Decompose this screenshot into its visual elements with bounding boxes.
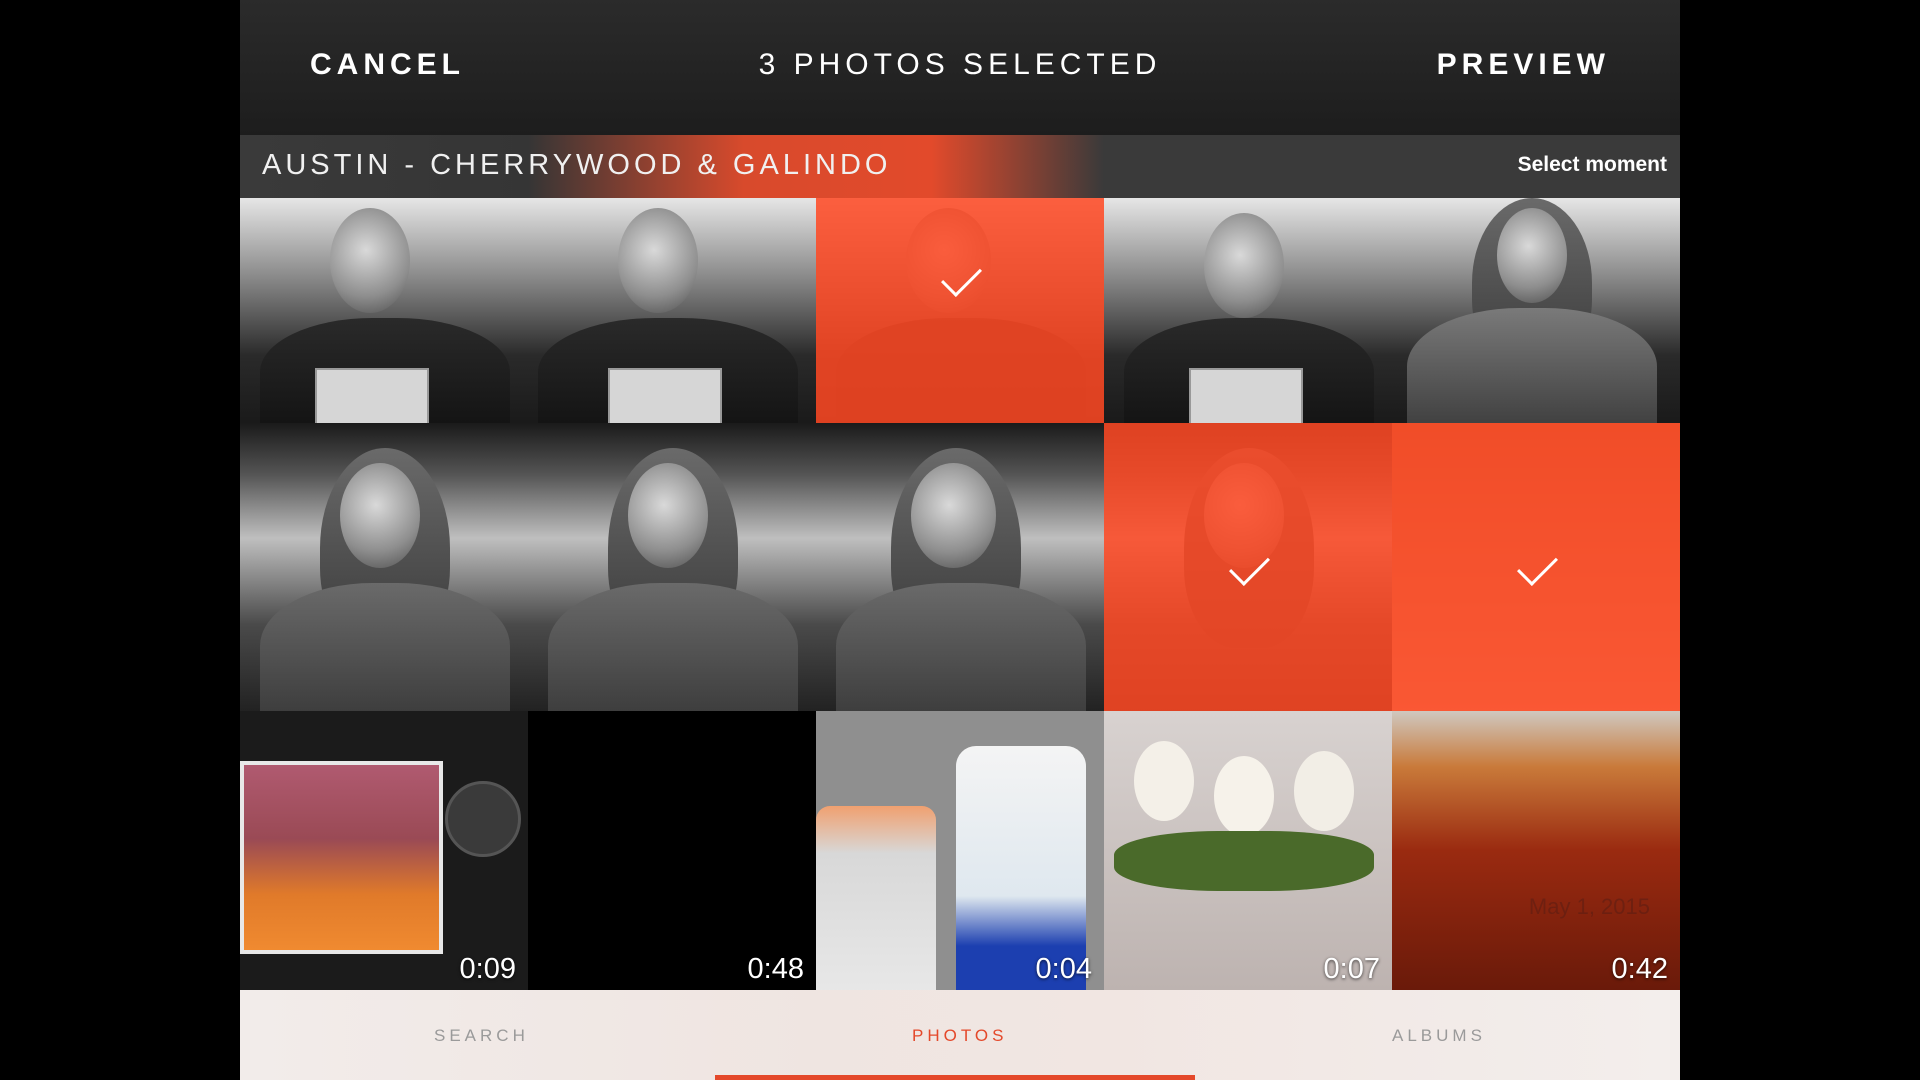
video-image (240, 711, 528, 990)
photo-thumbnail-selected[interactable] (1392, 423, 1680, 711)
video-thumbnail[interactable]: 0:09 (240, 711, 528, 990)
photo-image (240, 198, 528, 423)
photo-grid: 0:09 0:48 0:04 0:07 May 1, 2015 0:42 (240, 198, 1680, 990)
video-image (1392, 711, 1680, 990)
photo-image (528, 423, 816, 711)
top-navigation-bar: CANCEL 3 PHOTOS SELECTED PREVIEW (240, 0, 1680, 135)
photo-thumbnail[interactable] (528, 198, 816, 423)
photo-thumbnail-selected[interactable] (1104, 423, 1392, 711)
tab-photos[interactable]: PHOTOS (912, 1026, 1007, 1046)
video-image (1104, 711, 1392, 990)
video-duration: 0:04 (1035, 953, 1092, 985)
tab-albums[interactable]: ALBUMS (1392, 1026, 1486, 1046)
photo-image (816, 423, 1104, 711)
photo-picker-screen: CANCEL 3 PHOTOS SELECTED PREVIEW AUSTIN … (240, 0, 1680, 1080)
photo-thumbnail[interactable] (1392, 198, 1680, 423)
photo-thumbnail[interactable] (240, 423, 528, 711)
select-moment-button[interactable]: Select moment (1518, 153, 1667, 177)
moment-header: AUSTIN - CHERRYWOOD & GALINDO Select mom… (240, 135, 1680, 198)
video-thumbnail[interactable]: 0:07 (1104, 711, 1392, 990)
photo-thumbnail[interactable] (528, 423, 816, 711)
preview-button[interactable]: PREVIEW (1437, 48, 1610, 82)
video-duration: 0:07 (1323, 953, 1380, 985)
photo-image (528, 198, 816, 423)
tab-search[interactable]: SEARCH (434, 1026, 529, 1046)
video-duration: 0:42 (1611, 953, 1668, 985)
photo-thumbnail[interactable] (1104, 198, 1392, 423)
bottom-tab-bar: SEARCH PHOTOS ALBUMS (240, 990, 1680, 1080)
photo-thumbnail-selected[interactable] (816, 198, 1104, 423)
photo-thumbnail[interactable] (240, 198, 528, 423)
active-tab-indicator (715, 1075, 1195, 1080)
video-thumbnail[interactable]: May 1, 2015 0:42 (1392, 711, 1680, 990)
video-image (528, 711, 816, 990)
video-image (816, 711, 1104, 990)
video-duration: 0:48 (747, 953, 804, 985)
photo-image (1104, 198, 1392, 423)
video-thumbnail[interactable]: 0:48 (528, 711, 816, 990)
photo-image (240, 423, 528, 711)
moment-location-title: AUSTIN - CHERRYWOOD & GALINDO (262, 149, 892, 181)
selection-overlay (816, 198, 1104, 423)
video-thumbnail[interactable]: 0:04 (816, 711, 1104, 990)
photo-image (1392, 198, 1680, 423)
video-date-stamp: May 1, 2015 (1528, 894, 1650, 919)
video-duration: 0:09 (459, 953, 516, 985)
photo-thumbnail[interactable] (816, 423, 1104, 711)
